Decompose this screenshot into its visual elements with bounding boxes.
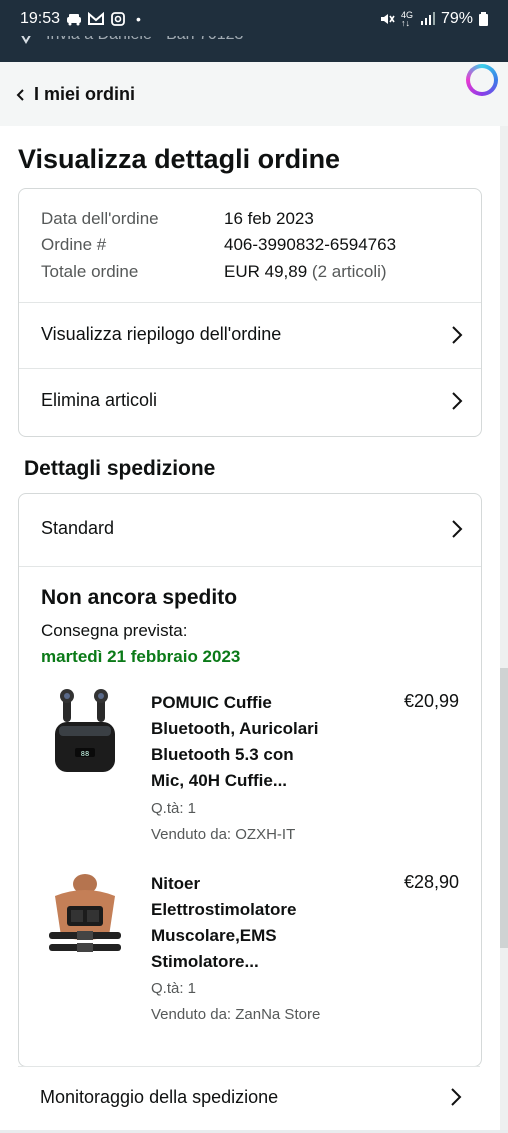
instagram-icon bbox=[111, 12, 125, 26]
shipping-method-row[interactable]: Standard bbox=[19, 494, 481, 566]
product-title-link[interactable]: POMUIC Cuffie Bluetooth, Auricolari Blue… bbox=[151, 690, 376, 794]
view-order-summary-link[interactable]: Visualizza riepilogo dell'ordine bbox=[19, 302, 481, 369]
product-title-line: Nitoer bbox=[151, 874, 201, 893]
shipping-details-heading: Dettagli spedizione bbox=[24, 457, 216, 480]
order-date-label: Data dell'ordine bbox=[41, 209, 159, 228]
expected-delivery-label: Consegna prevista: bbox=[41, 621, 188, 640]
location-pin-icon bbox=[21, 36, 31, 44]
clock: 19:53 bbox=[20, 10, 61, 27]
chevron-left-icon bbox=[16, 88, 24, 101]
expected-delivery-date: martedì 21 febbraio 2023 bbox=[41, 647, 241, 666]
product-title-line: POMUIC Cuffie bbox=[151, 693, 272, 712]
product-title-line: Bluetooth 5.3 con bbox=[151, 745, 294, 764]
top-navigation: I miei ordini bbox=[0, 62, 508, 126]
delete-items-link[interactable]: Elimina articoli bbox=[19, 368, 481, 435]
signal-icon bbox=[420, 12, 435, 25]
back-to-orders-link[interactable]: I miei ordini bbox=[16, 84, 135, 105]
scroll-track bbox=[500, 126, 508, 1130]
delete-items-label: Elimina articoli bbox=[41, 390, 158, 410]
order-total-label: Totale ordine bbox=[41, 262, 139, 281]
order-total: EUR 49,89 (2 articoli) bbox=[224, 262, 387, 282]
product-title-line: Stimolatore... bbox=[151, 952, 259, 971]
chevron-right-icon bbox=[452, 392, 463, 410]
earbuds-image[interactable]: 88 bbox=[49, 686, 121, 778]
product-title-line: Muscolare,EMS bbox=[151, 926, 277, 945]
ems-belt-image[interactable] bbox=[49, 866, 121, 958]
dot-icon: • bbox=[136, 11, 141, 27]
order-number-label: Ordine # bbox=[41, 235, 107, 254]
battery-level: 79% bbox=[440, 10, 473, 27]
scrollbar-thumb[interactable] bbox=[500, 668, 508, 948]
mute-icon bbox=[380, 14, 395, 24]
battery-icon bbox=[479, 12, 488, 26]
chevron-right-icon bbox=[451, 1088, 462, 1106]
view-order-summary-label: Visualizza riepilogo dell'ordine bbox=[41, 324, 282, 344]
product-title-link[interactable]: Nitoer Elettrostimolatore Muscolare,EMS … bbox=[151, 871, 376, 975]
product-price: €28,90 bbox=[403, 872, 459, 892]
product-title-line: Bluetooth, Auricolari bbox=[151, 719, 319, 738]
delivery-address-text: Invia a Daniele - Bari 70123 bbox=[46, 36, 243, 44]
chevron-right-icon bbox=[452, 520, 463, 538]
product-quantity: Q.tà: 1 bbox=[151, 800, 197, 817]
alexa-button[interactable] bbox=[466, 64, 498, 96]
order-date-value: 16 feb 2023 bbox=[224, 209, 314, 228]
car-icon bbox=[67, 14, 82, 26]
order-number-value: 406-3990832-6594763 bbox=[224, 235, 397, 254]
chevron-right-icon bbox=[452, 326, 463, 344]
shipment-status: Non ancora spedito bbox=[41, 586, 238, 609]
gmail-icon bbox=[88, 12, 105, 25]
product-quantity: Q.tà: 1 bbox=[151, 980, 197, 997]
4g-icon: 4G ↑↓ bbox=[400, 10, 413, 28]
divider bbox=[19, 566, 481, 567]
product-seller: Venduto da: OZXH-IT bbox=[151, 826, 296, 843]
product-title-line: Mic, 40H Cuffie... bbox=[151, 771, 288, 790]
page-title: Visualizza dettagli ordine bbox=[18, 144, 341, 174]
order-total-value: EUR 49,89 bbox=[224, 262, 308, 281]
shipping-method-label: Standard bbox=[41, 518, 115, 538]
track-shipment-label: Monitoraggio della spedizione bbox=[40, 1087, 279, 1107]
svg-text:88: 88 bbox=[81, 750, 89, 758]
delivery-address-strip[interactable]: Invia a Daniele - Bari 70123 bbox=[0, 36, 508, 62]
product-title-line: Elettrostimolatore bbox=[151, 900, 297, 919]
order-item-count: (2 articoli) bbox=[311, 262, 387, 281]
back-link-label: I miei ordini bbox=[34, 84, 136, 104]
order-summary-card: Data dell'ordine 16 feb 2023 Ordine # 40… bbox=[18, 188, 482, 437]
product-seller: Venduto da: ZanNa Store bbox=[151, 1006, 321, 1023]
status-bar: 19:53 • 4G ↑↓ 79% bbox=[0, 0, 508, 36]
product-price: €20,99 bbox=[403, 691, 459, 711]
order-details-page: Visualizza dettagli ordine Data dell'ord… bbox=[0, 126, 500, 1130]
track-shipment-link[interactable]: Monitoraggio della spedizione bbox=[18, 1066, 480, 1133]
shipment-card: Standard Non ancora spedito Consegna pre… bbox=[18, 493, 482, 1067]
